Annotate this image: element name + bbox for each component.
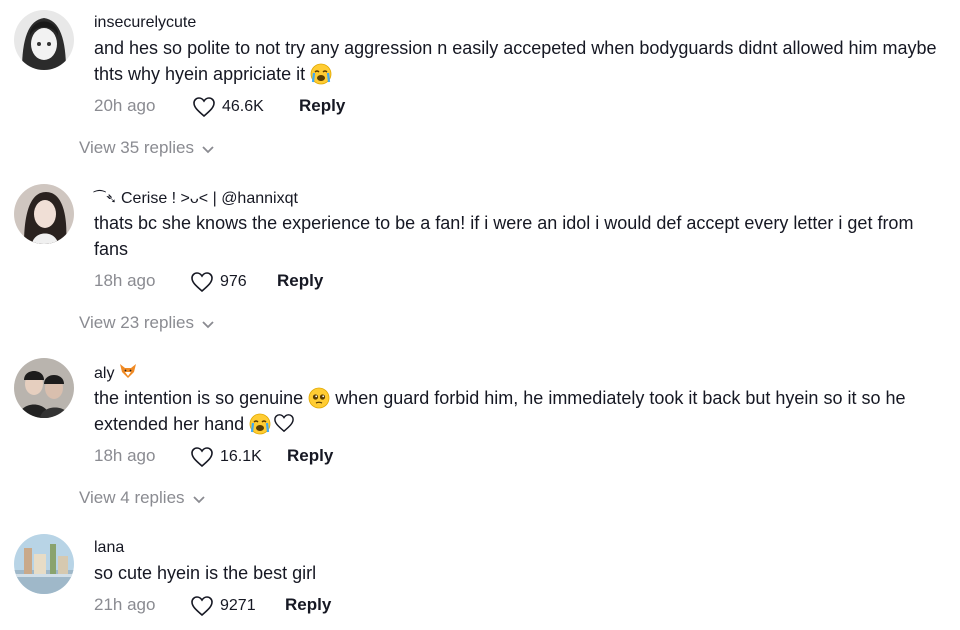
reply-button[interactable]: Reply xyxy=(285,595,331,615)
avatar-image xyxy=(14,10,74,70)
white-heart-icon xyxy=(273,413,295,433)
like-button[interactable]: 976 xyxy=(190,271,247,293)
like-count: 9271 xyxy=(220,597,256,614)
like-count: 976 xyxy=(220,273,247,290)
heart-icon xyxy=(193,97,215,118)
username[interactable]: lana xyxy=(94,538,124,558)
username[interactable]: aly xyxy=(94,363,137,384)
timestamp: 21h ago xyxy=(94,595,156,614)
comment-text: and hes so polite to not try any aggress… xyxy=(94,35,944,87)
like-button[interactable]: 16.1K xyxy=(190,446,262,468)
avatar-image xyxy=(14,358,74,418)
username-text: Cerise ! >ᴗ< | @hannixqt xyxy=(120,190,298,207)
like-count: 16.1K xyxy=(220,448,262,465)
reply-button[interactable]: Reply xyxy=(277,271,323,291)
timestamp: 20h ago xyxy=(94,96,156,115)
like-button[interactable]: 9271 xyxy=(190,595,256,617)
heart-icon xyxy=(191,447,213,468)
avatar-image xyxy=(14,534,74,594)
reply-button[interactable]: Reply xyxy=(299,96,345,116)
view-replies-label: View 4 replies xyxy=(79,488,185,507)
username[interactable]: ⁀➴ Cerise ! >ᴗ< | @hannixqt xyxy=(94,188,298,209)
fox-face-icon xyxy=(119,363,137,379)
view-replies-label: View 23 replies xyxy=(79,313,194,332)
timestamp: 18h ago xyxy=(94,271,156,290)
avatar-image xyxy=(14,184,74,244)
comment-text: the intention is so genuine when guard f… xyxy=(94,385,944,437)
chevron-down-icon xyxy=(202,320,214,328)
avatar[interactable] xyxy=(14,184,74,244)
heart-icon xyxy=(191,596,213,617)
avatar[interactable] xyxy=(14,10,74,70)
username[interactable]: insecurelycute xyxy=(94,13,196,33)
username-prefix: ⁀➴ xyxy=(94,190,117,206)
reply-button[interactable]: Reply xyxy=(287,446,333,466)
chevron-down-icon xyxy=(202,145,214,153)
comment-text: so cute hyein is the best girl xyxy=(94,563,317,583)
view-replies-label: View 35 replies xyxy=(79,138,194,157)
pleading-face-icon xyxy=(308,387,330,409)
username-text: aly xyxy=(94,365,115,382)
loudly-crying-face-icon xyxy=(310,63,332,85)
view-replies-button[interactable]: View 23 replies xyxy=(79,313,214,333)
view-replies-button[interactable]: View 35 replies xyxy=(79,138,214,158)
timestamp: 18h ago xyxy=(94,446,156,465)
view-replies-button[interactable]: View 4 replies xyxy=(79,488,205,508)
loudly-crying-face-icon xyxy=(249,413,271,435)
chevron-down-icon xyxy=(192,495,205,503)
avatar[interactable] xyxy=(14,358,74,418)
avatar[interactable] xyxy=(14,534,74,594)
heart-icon xyxy=(191,272,213,293)
comment-text-part1: the intention is so genuine xyxy=(94,388,304,408)
comment-text-body: and hes so polite to not try any aggress… xyxy=(94,38,937,84)
like-count: 46.6K xyxy=(222,98,264,115)
like-button[interactable]: 46.6K xyxy=(192,96,264,118)
comment-text: thats bc she knows the experience to be … xyxy=(94,213,914,259)
